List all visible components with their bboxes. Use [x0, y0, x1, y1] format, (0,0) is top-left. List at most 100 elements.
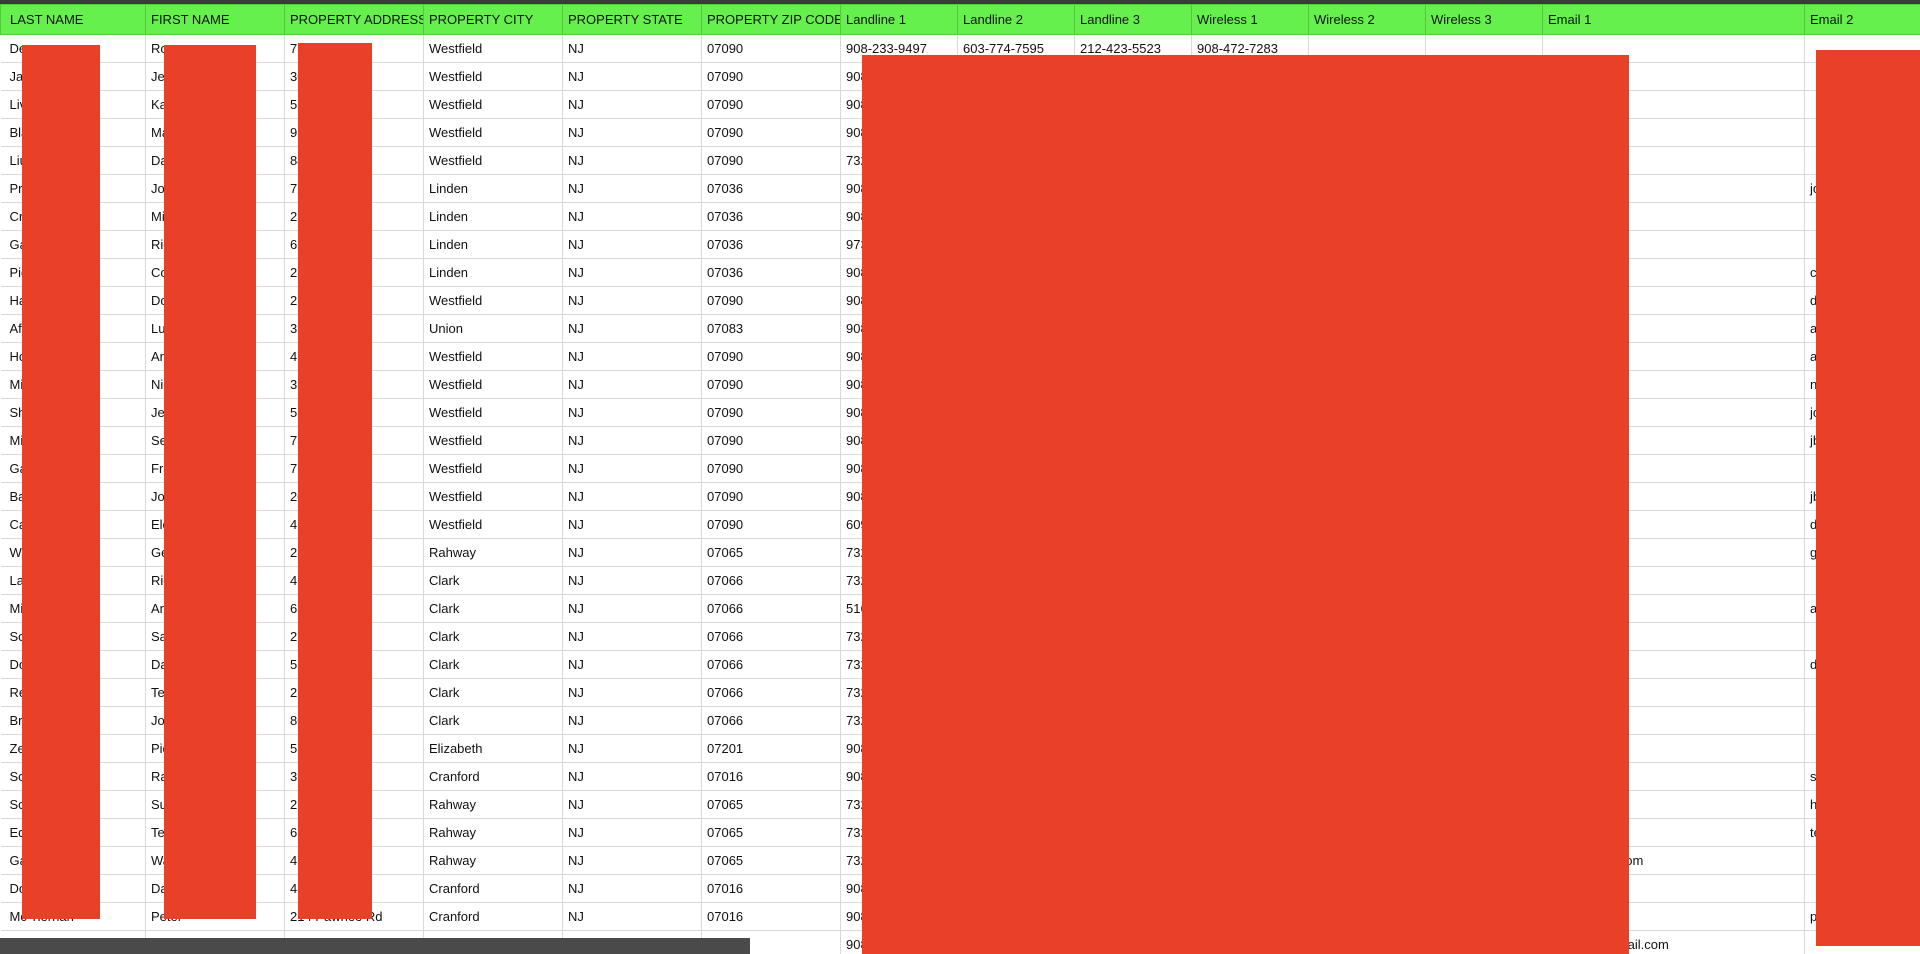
cell-property-zip[interactable]: 07036 — [701, 258, 841, 287]
cell-property-zip[interactable]: 07066 — [701, 622, 841, 651]
column-header-wireless-1[interactable]: Wireless 1 — [1191, 4, 1309, 35]
cell-property-state[interactable]: NJ — [562, 398, 702, 427]
cell-property-zip[interactable]: 07090 — [701, 482, 841, 511]
cell-property-zip[interactable]: 07016 — [701, 902, 841, 931]
horizontal-scrollbar[interactable] — [0, 938, 750, 954]
cell-property-zip[interactable]: 07065 — [701, 790, 841, 819]
cell-property-city[interactable]: Westfield — [423, 510, 563, 539]
cell-property-state[interactable]: NJ — [562, 174, 702, 203]
cell-property-zip[interactable]: 07090 — [701, 286, 841, 315]
cell-property-state[interactable]: NJ — [562, 510, 702, 539]
cell-property-state[interactable]: NJ — [562, 762, 702, 791]
column-header-property-state[interactable]: PROPERTY STATE — [562, 4, 702, 35]
cell-property-city[interactable]: Rahway — [423, 790, 563, 819]
cell-property-city[interactable]: Rahway — [423, 846, 563, 875]
cell-property-state[interactable]: NJ — [562, 622, 702, 651]
cell-property-city[interactable]: Cranford — [423, 874, 563, 903]
cell-property-state[interactable]: NJ — [562, 146, 702, 175]
cell-property-zip[interactable]: 07036 — [701, 230, 841, 259]
cell-property-zip[interactable]: 07090 — [701, 34, 841, 63]
cell-property-zip[interactable]: 07066 — [701, 706, 841, 735]
cell-property-city[interactable]: Rahway — [423, 818, 563, 847]
cell-property-zip[interactable]: 07090 — [701, 146, 841, 175]
cell-property-zip[interactable]: 07065 — [701, 818, 841, 847]
cell-property-city[interactable]: Linden — [423, 202, 563, 231]
cell-property-state[interactable]: NJ — [562, 538, 702, 567]
cell-property-state[interactable]: NJ — [562, 818, 702, 847]
cell-property-city[interactable]: Cranford — [423, 762, 563, 791]
cell-property-zip[interactable]: 07036 — [701, 202, 841, 231]
cell-property-state[interactable]: NJ — [562, 650, 702, 679]
cell-property-city[interactable]: Clark — [423, 594, 563, 623]
cell-property-zip[interactable]: 07036 — [701, 174, 841, 203]
cell-property-state[interactable]: NJ — [562, 706, 702, 735]
cell-property-zip[interactable]: 07090 — [701, 426, 841, 455]
cell-property-state[interactable]: NJ — [562, 874, 702, 903]
cell-property-zip[interactable]: 07016 — [701, 874, 841, 903]
cell-property-zip[interactable]: 07016 — [701, 762, 841, 791]
cell-property-city[interactable]: Westfield — [423, 398, 563, 427]
cell-property-city[interactable]: Clark — [423, 706, 563, 735]
cell-property-city[interactable]: Westfield — [423, 454, 563, 483]
cell-property-city[interactable]: Westfield — [423, 370, 563, 399]
cell-property-zip[interactable]: 07090 — [701, 118, 841, 147]
cell-property-city[interactable]: Clark — [423, 566, 563, 595]
cell-property-state[interactable]: NJ — [562, 314, 702, 343]
cell-property-state[interactable]: NJ — [562, 678, 702, 707]
cell-property-state[interactable]: NJ — [562, 594, 702, 623]
cell-property-zip[interactable]: 07090 — [701, 62, 841, 91]
cell-property-city[interactable]: Clark — [423, 650, 563, 679]
cell-property-city[interactable]: Westfield — [423, 146, 563, 175]
column-header-landline-1[interactable]: Landline 1 — [840, 4, 958, 35]
cell-property-city[interactable]: Westfield — [423, 90, 563, 119]
cell-property-city[interactable]: Clark — [423, 678, 563, 707]
cell-property-city[interactable]: Union — [423, 314, 563, 343]
cell-property-zip[interactable]: 07090 — [701, 398, 841, 427]
cell-property-zip[interactable]: 07083 — [701, 314, 841, 343]
column-header-property-zip[interactable]: PROPERTY ZIP CODE — [701, 4, 841, 35]
cell-property-city[interactable]: Linden — [423, 258, 563, 287]
column-header-landline-3[interactable]: Landline 3 — [1074, 4, 1192, 35]
cell-property-state[interactable]: NJ — [562, 90, 702, 119]
cell-property-zip[interactable]: 07065 — [701, 538, 841, 567]
cell-property-state[interactable]: NJ — [562, 482, 702, 511]
cell-property-city[interactable]: Elizabeth — [423, 734, 563, 763]
cell-property-state[interactable]: NJ — [562, 370, 702, 399]
cell-property-state[interactable]: NJ — [562, 846, 702, 875]
cell-property-state[interactable]: NJ — [562, 62, 702, 91]
cell-property-zip[interactable]: 07090 — [701, 342, 841, 371]
cell-property-city[interactable]: Clark — [423, 622, 563, 651]
cell-property-city[interactable]: Westfield — [423, 62, 563, 91]
cell-property-city[interactable]: Westfield — [423, 342, 563, 371]
column-header-email-1[interactable]: Email 1 — [1542, 4, 1805, 35]
cell-property-city[interactable]: Westfield — [423, 286, 563, 315]
column-header-property-city[interactable]: PROPERTY CITY — [423, 4, 563, 35]
cell-property-city[interactable]: Cranford — [423, 902, 563, 931]
cell-property-state[interactable]: NJ — [562, 790, 702, 819]
column-header-landline-2[interactable]: Landline 2 — [957, 4, 1075, 35]
column-header-first-name[interactable]: FIRST NAME — [145, 4, 285, 35]
cell-property-state[interactable]: NJ — [562, 230, 702, 259]
cell-property-zip[interactable]: 07066 — [701, 566, 841, 595]
cell-property-zip[interactable]: 07090 — [701, 370, 841, 399]
cell-property-zip[interactable]: 07090 — [701, 510, 841, 539]
cell-property-zip[interactable]: 07065 — [701, 846, 841, 875]
cell-property-city[interactable]: Rahway — [423, 538, 563, 567]
column-header-email-2[interactable]: Email 2 — [1804, 4, 1920, 35]
column-header-last-name[interactable]: LAST NAME — [0, 4, 146, 35]
column-header-wireless-3[interactable]: Wireless 3 — [1425, 4, 1543, 35]
cell-property-state[interactable]: NJ — [562, 902, 702, 931]
cell-property-zip[interactable]: 07090 — [701, 90, 841, 119]
cell-property-city[interactable]: Westfield — [423, 118, 563, 147]
column-header-wireless-2[interactable]: Wireless 2 — [1308, 4, 1426, 35]
cell-property-zip[interactable]: 07066 — [701, 678, 841, 707]
cell-property-city[interactable]: Westfield — [423, 426, 563, 455]
cell-property-zip[interactable]: 07201 — [701, 734, 841, 763]
cell-property-state[interactable]: NJ — [562, 118, 702, 147]
cell-property-city[interactable]: Linden — [423, 230, 563, 259]
cell-property-state[interactable]: NJ — [562, 258, 702, 287]
cell-property-city[interactable]: Westfield — [423, 482, 563, 511]
cell-property-city[interactable]: Linden — [423, 174, 563, 203]
cell-property-state[interactable]: NJ — [562, 286, 702, 315]
cell-property-city[interactable]: Westfield — [423, 34, 563, 63]
